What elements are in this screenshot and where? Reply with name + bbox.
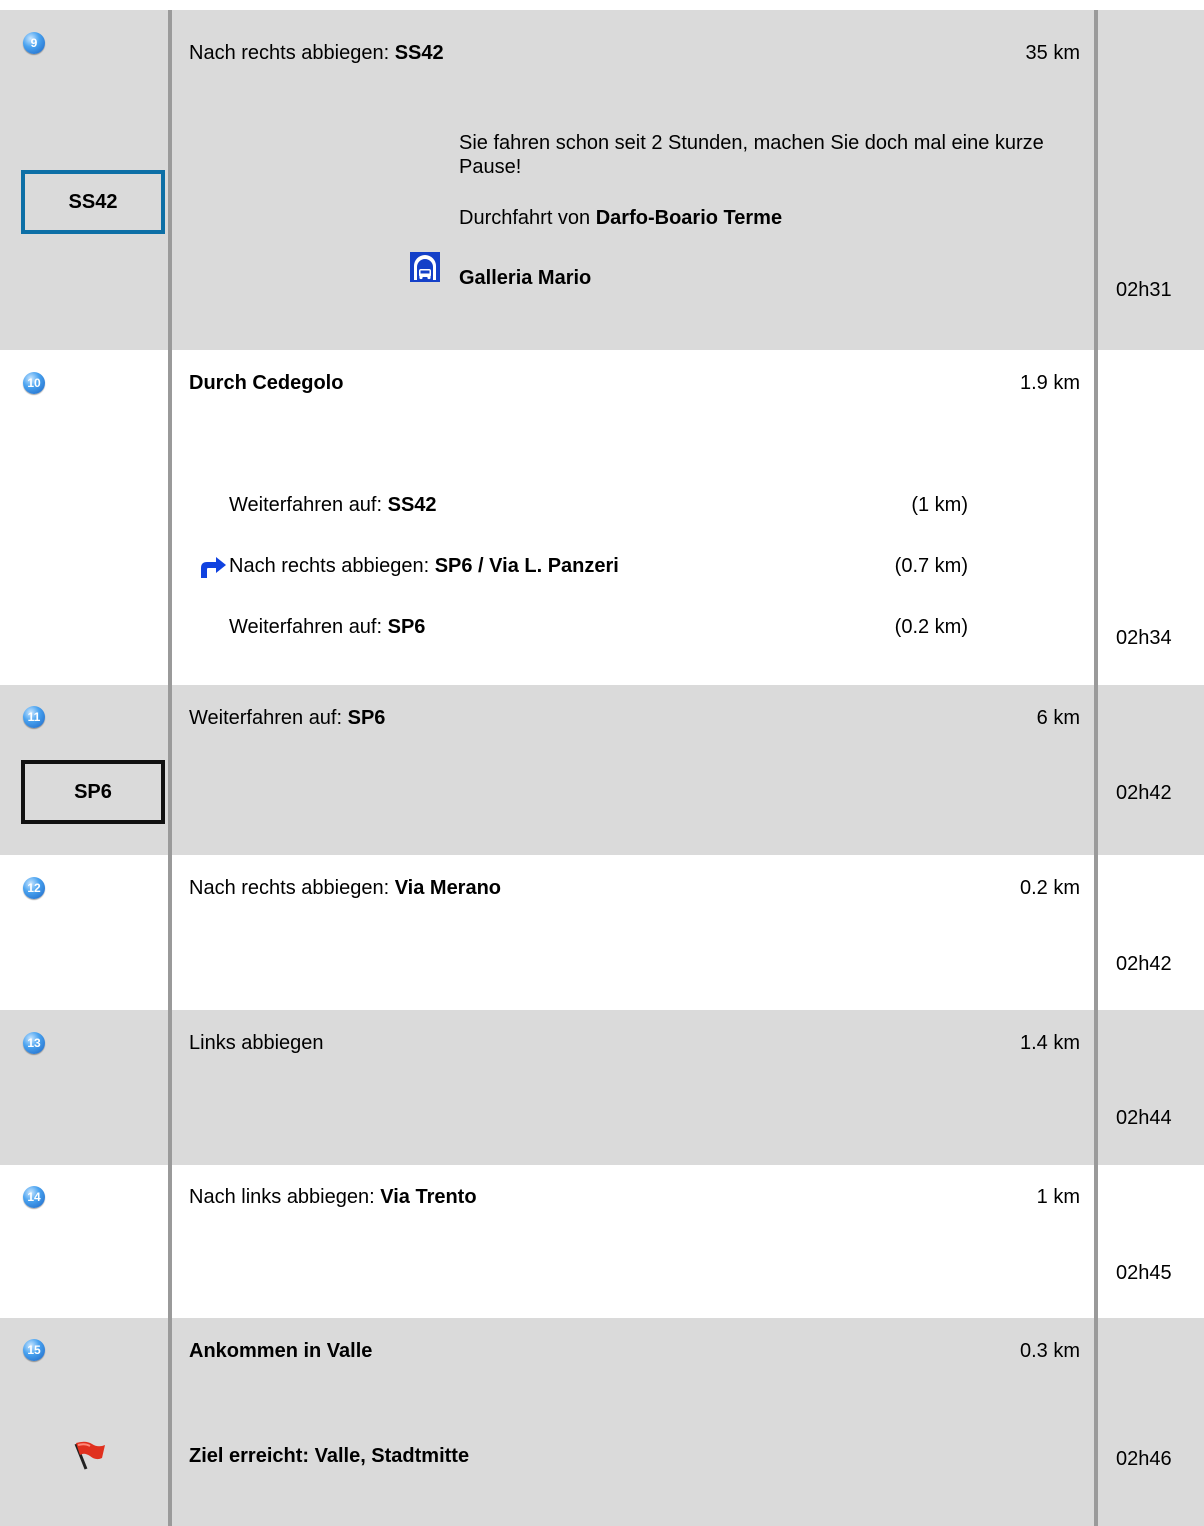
step-instruction: Nach rechts abbiegen: Via Merano [189, 877, 502, 899]
step-number-badge: 14 [23, 1186, 45, 1208]
pause-notice: Sie fahren schon seit 2 Stunden, machen … [459, 132, 1044, 178]
step-distance: 6 km [1036, 707, 1080, 729]
step-time: 02h46 [1116, 1448, 1172, 1470]
column-divider-right [1094, 10, 1098, 1526]
step-time: 02h42 [1116, 953, 1172, 975]
step-time: 02h31 [1116, 279, 1172, 301]
route-step-15: 15 Ankommen in Valle 0.3 km Ziel erreich… [0, 1318, 1204, 1526]
substep-instruction: Weiterfahren auf: SS42 [229, 494, 437, 516]
step-distance: 35 km [1025, 42, 1080, 64]
step-time: 02h34 [1116, 627, 1172, 649]
step-instruction: Weiterfahren auf: SP6 [189, 707, 386, 729]
step-distance: 0.3 km [1019, 1340, 1080, 1362]
turn-right-arrow-icon [196, 555, 228, 579]
tunnel-name: Galleria Mario [459, 267, 592, 289]
step-number-badge: 12 [23, 877, 45, 899]
substep-instruction: Weiterfahren auf: SP6 [229, 616, 426, 638]
step-time: 02h44 [1116, 1107, 1172, 1129]
substep-distance: (0.7 km) [894, 555, 968, 577]
column-divider-left [168, 10, 172, 1526]
step-instruction: Nach rechts abbiegen: SS42 [189, 42, 444, 64]
step-instruction: Links abbiegen [189, 1032, 324, 1054]
route-step-14: 14 Nach links abbiegen: Via Trento 1 km … [0, 1165, 1204, 1318]
step-distance: 1 km [1036, 1186, 1080, 1208]
step-number-badge: 10 [23, 372, 45, 394]
destination-flag-icon [72, 1440, 106, 1470]
road-sign: SP6 [21, 760, 165, 824]
destination-reached: Ziel erreicht: Valle, Stadtmitte [189, 1445, 470, 1467]
road-sign: SS42 [21, 170, 165, 234]
step-time: 02h45 [1116, 1262, 1172, 1284]
step-number-badge: 9 [23, 32, 45, 54]
step-number-badge: 15 [23, 1339, 45, 1361]
substep-instruction: Nach rechts abbiegen: SP6 / Via L. Panze… [229, 555, 619, 577]
step-instruction: Durch Cedegolo [189, 372, 344, 394]
step-distance: 0.2 km [1019, 877, 1080, 899]
step-time: 02h42 [1116, 782, 1172, 804]
step-instruction: Ankommen in Valle [189, 1340, 373, 1362]
route-step-11: 11 Weiterfahren auf: SP6 6 km SP6 02h42 [0, 685, 1204, 855]
substep-distance: (1 km) [911, 494, 968, 516]
route-step-12: 12 Nach rechts abbiegen: Via Merano 0.2 … [0, 855, 1204, 1010]
substep-distance: (0.2 km) [894, 616, 968, 638]
step-distance: 1.9 km [1019, 372, 1080, 394]
pass-through-info: Durchfahrt von Darfo-Boario Terme [459, 207, 783, 229]
route-step-9: 9 Nach rechts abbiegen: SS42 35 km SS42 … [0, 10, 1204, 350]
route-step-13: 13 Links abbiegen 1.4 km 02h44 [0, 1010, 1204, 1165]
tunnel-icon [410, 252, 440, 282]
step-instruction: Nach links abbiegen: Via Trento [189, 1186, 477, 1208]
step-number-badge: 11 [23, 706, 45, 728]
step-distance: 1.4 km [1019, 1032, 1080, 1054]
route-step-10: 10 Durch Cedegolo 1.9 km Weiterfahren au… [0, 350, 1204, 685]
step-number-badge: 13 [23, 1032, 45, 1054]
